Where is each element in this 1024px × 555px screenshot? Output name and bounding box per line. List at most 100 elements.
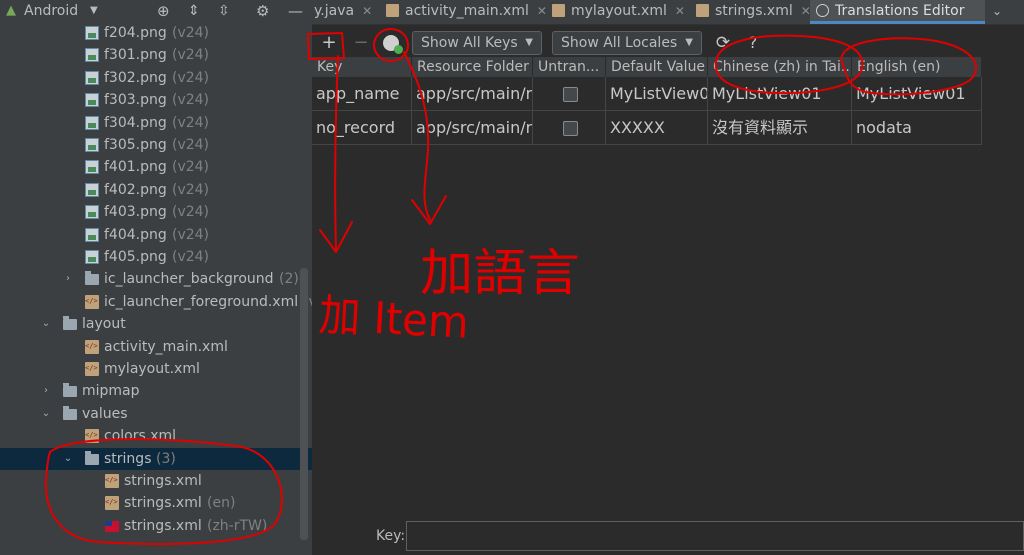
locate-icon[interactable]: ⊕ bbox=[157, 0, 170, 22]
cell-chinese[interactable]: MyListView01 bbox=[708, 77, 852, 111]
tree-item[interactable]: f404.png (v24) bbox=[0, 224, 312, 246]
tree-item-label: f305.png bbox=[104, 137, 167, 153]
xml-file-icon bbox=[552, 4, 565, 17]
tree-item[interactable]: f302.png (v24) bbox=[0, 67, 312, 89]
column-header-default-value[interactable]: Default Value bbox=[606, 57, 708, 77]
tree-item[interactable]: f303.png (v24) bbox=[0, 89, 312, 111]
add-key-button[interactable]: + bbox=[318, 31, 340, 55]
remove-key-button[interactable]: − bbox=[350, 31, 372, 55]
column-header-resource-folder[interactable]: Resource Folder bbox=[412, 57, 533, 77]
cell-resource-folder[interactable]: app/src/main/r bbox=[412, 111, 533, 145]
chevron-down-icon[interactable]: ⌄ bbox=[40, 403, 52, 425]
gear-icon[interactable]: ⚙ bbox=[256, 0, 269, 22]
add-locale-button[interactable] bbox=[380, 31, 403, 55]
close-icon[interactable]: ✕ bbox=[362, 4, 372, 18]
xml-file-icon bbox=[105, 496, 119, 511]
tree-item[interactable]: ⌄ values bbox=[0, 403, 312, 425]
tree-item[interactable]: f402.png (v24) bbox=[0, 179, 312, 201]
tree-item[interactable]: colors.xml bbox=[0, 425, 312, 447]
chevron-down-icon[interactable]: ⌄ bbox=[40, 313, 52, 335]
cell-english[interactable]: MyListView01 bbox=[852, 77, 982, 111]
chevron-down-icon: ▼ bbox=[525, 37, 533, 48]
cell-default-value[interactable]: XXXXX bbox=[606, 111, 708, 145]
tree-item[interactable]: ⌄ layout bbox=[0, 313, 312, 335]
tree-item[interactable]: › mipmap bbox=[0, 380, 312, 402]
tree-item[interactable]: f401.png (v24) bbox=[0, 156, 312, 178]
untranslatable-checkbox[interactable] bbox=[563, 87, 578, 102]
translations-toolbar: + − Show All Keys ▼ Show All Locales ▼ ⟳ ? bbox=[312, 29, 1024, 57]
tree-item-suffix: (v24) bbox=[172, 204, 210, 221]
tab-mylayout[interactable]: mylayout.xml ✕ bbox=[552, 0, 698, 24]
tree-item[interactable]: f204.png (v24) bbox=[0, 22, 312, 44]
tree-item-suffix: (en) bbox=[207, 495, 236, 512]
tree-item[interactable]: f304.png (v24) bbox=[0, 112, 312, 134]
tree-item-label: f302.png bbox=[104, 69, 167, 86]
cell-key[interactable]: app_name bbox=[312, 77, 412, 111]
show-keys-dropdown[interactable]: Show All Keys ▼ bbox=[412, 31, 542, 55]
tree-item-suffix: (v24) bbox=[172, 249, 210, 265]
tab-list-chevron-icon[interactable]: ⌄ bbox=[992, 0, 1012, 24]
chevron-down-icon: ▼ bbox=[685, 37, 693, 48]
chevron-right-icon[interactable]: › bbox=[62, 268, 74, 290]
project-view-selector[interactable]: Android bbox=[24, 0, 78, 22]
tab-activity-main[interactable]: activity_main.xml ✕ bbox=[386, 0, 554, 24]
close-icon[interactable]: ✕ bbox=[537, 4, 547, 18]
tree-item-label: colors.xml bbox=[104, 428, 177, 445]
project-panel-header: ▲ Android ▼ ⊕ ⇕ ⇳ ⚙ — bbox=[0, 0, 312, 22]
tree-item[interactable]: strings.xml (zh-rTW) bbox=[0, 515, 312, 537]
png-file-icon bbox=[85, 205, 99, 220]
folder-icon bbox=[63, 383, 77, 398]
tree-item[interactable]: ⌄ strings (3) bbox=[0, 447, 312, 470]
collapse-all-icon[interactable]: ⇳ bbox=[218, 0, 230, 22]
cell-chinese[interactable]: 沒有資料顯示 bbox=[708, 111, 852, 145]
chevron-right-icon[interactable]: › bbox=[40, 380, 52, 402]
tree-item-label: f402.png bbox=[104, 181, 167, 198]
column-header-chinese[interactable]: Chinese (zh) in Tai... bbox=[708, 57, 852, 77]
untranslatable-checkbox[interactable] bbox=[563, 121, 578, 136]
expand-all-icon[interactable]: ⇕ bbox=[188, 0, 200, 22]
chevron-down-icon[interactable]: ▼ bbox=[90, 0, 98, 22]
cell-english[interactable]: nodata bbox=[852, 111, 982, 145]
column-header-english[interactable]: English (en) bbox=[852, 57, 982, 77]
refresh-icon[interactable]: ⟳ bbox=[712, 31, 734, 55]
project-panel: ▲ Android ▼ ⊕ ⇕ ⇳ ⚙ — f204.png (v24) f301.… bbox=[0, 0, 312, 555]
tree-item[interactable]: strings.xml bbox=[0, 470, 312, 492]
show-locales-dropdown[interactable]: Show All Locales ▼ bbox=[552, 31, 702, 55]
tab-java-file[interactable]: y.java ✕ bbox=[312, 0, 382, 24]
key-field-input[interactable] bbox=[406, 521, 1024, 551]
folder-icon bbox=[85, 450, 99, 465]
cell-key[interactable]: no_record bbox=[312, 111, 412, 145]
tree-item[interactable]: › ic_launcher_background (2) bbox=[0, 268, 312, 290]
tab-strings[interactable]: strings.xml ✕ bbox=[696, 0, 816, 24]
tree-item-suffix: (v24) bbox=[172, 159, 210, 176]
tree-item[interactable]: f405.png (v24) bbox=[0, 246, 312, 268]
tree-item-label: strings.xml bbox=[124, 495, 202, 512]
close-icon[interactable]: ✕ bbox=[675, 4, 685, 18]
cell-untranslatable bbox=[533, 77, 606, 111]
help-button[interactable]: ? bbox=[742, 31, 764, 55]
tree-item-suffix: (3) bbox=[156, 450, 176, 467]
tab-label: Translations Editor bbox=[835, 3, 965, 19]
column-header-untranslatable[interactable]: Untran... bbox=[533, 57, 606, 77]
show-keys-label: Show All Keys bbox=[421, 35, 518, 51]
tree-item[interactable]: f301.png (v24) bbox=[0, 44, 312, 66]
tree-item-label: f303.png bbox=[104, 92, 167, 109]
tree-item[interactable]: f305.png (v24) bbox=[0, 134, 312, 156]
tree-scrollbar[interactable] bbox=[300, 268, 308, 540]
tab-translations-editor[interactable]: Translations Editor bbox=[810, 0, 985, 24]
tree-item-suffix: (v24) bbox=[172, 69, 210, 86]
tree-item[interactable]: mylayout.xml bbox=[0, 358, 312, 380]
tab-label: activity_main.xml bbox=[405, 3, 529, 19]
tree-item[interactable]: ic_launcher_foreground.xml(v2 bbox=[0, 291, 312, 313]
tree-item-label: strings bbox=[104, 450, 152, 467]
tree-item-suffix: (v24) bbox=[172, 181, 210, 198]
hide-panel-icon[interactable]: — bbox=[288, 0, 303, 22]
cell-resource-folder[interactable]: app/src/main/r bbox=[412, 77, 533, 111]
tree-item-label: strings.xml bbox=[124, 517, 202, 534]
chevron-down-icon[interactable]: ⌄ bbox=[62, 448, 74, 470]
cell-default-value[interactable]: MyListView0 bbox=[606, 77, 708, 111]
tree-item[interactable]: f403.png (v24) bbox=[0, 201, 312, 223]
tree-item[interactable]: activity_main.xml bbox=[0, 336, 312, 358]
column-header-key[interactable]: Key bbox=[312, 57, 412, 77]
tree-item[interactable]: strings.xml (en) bbox=[0, 492, 312, 514]
